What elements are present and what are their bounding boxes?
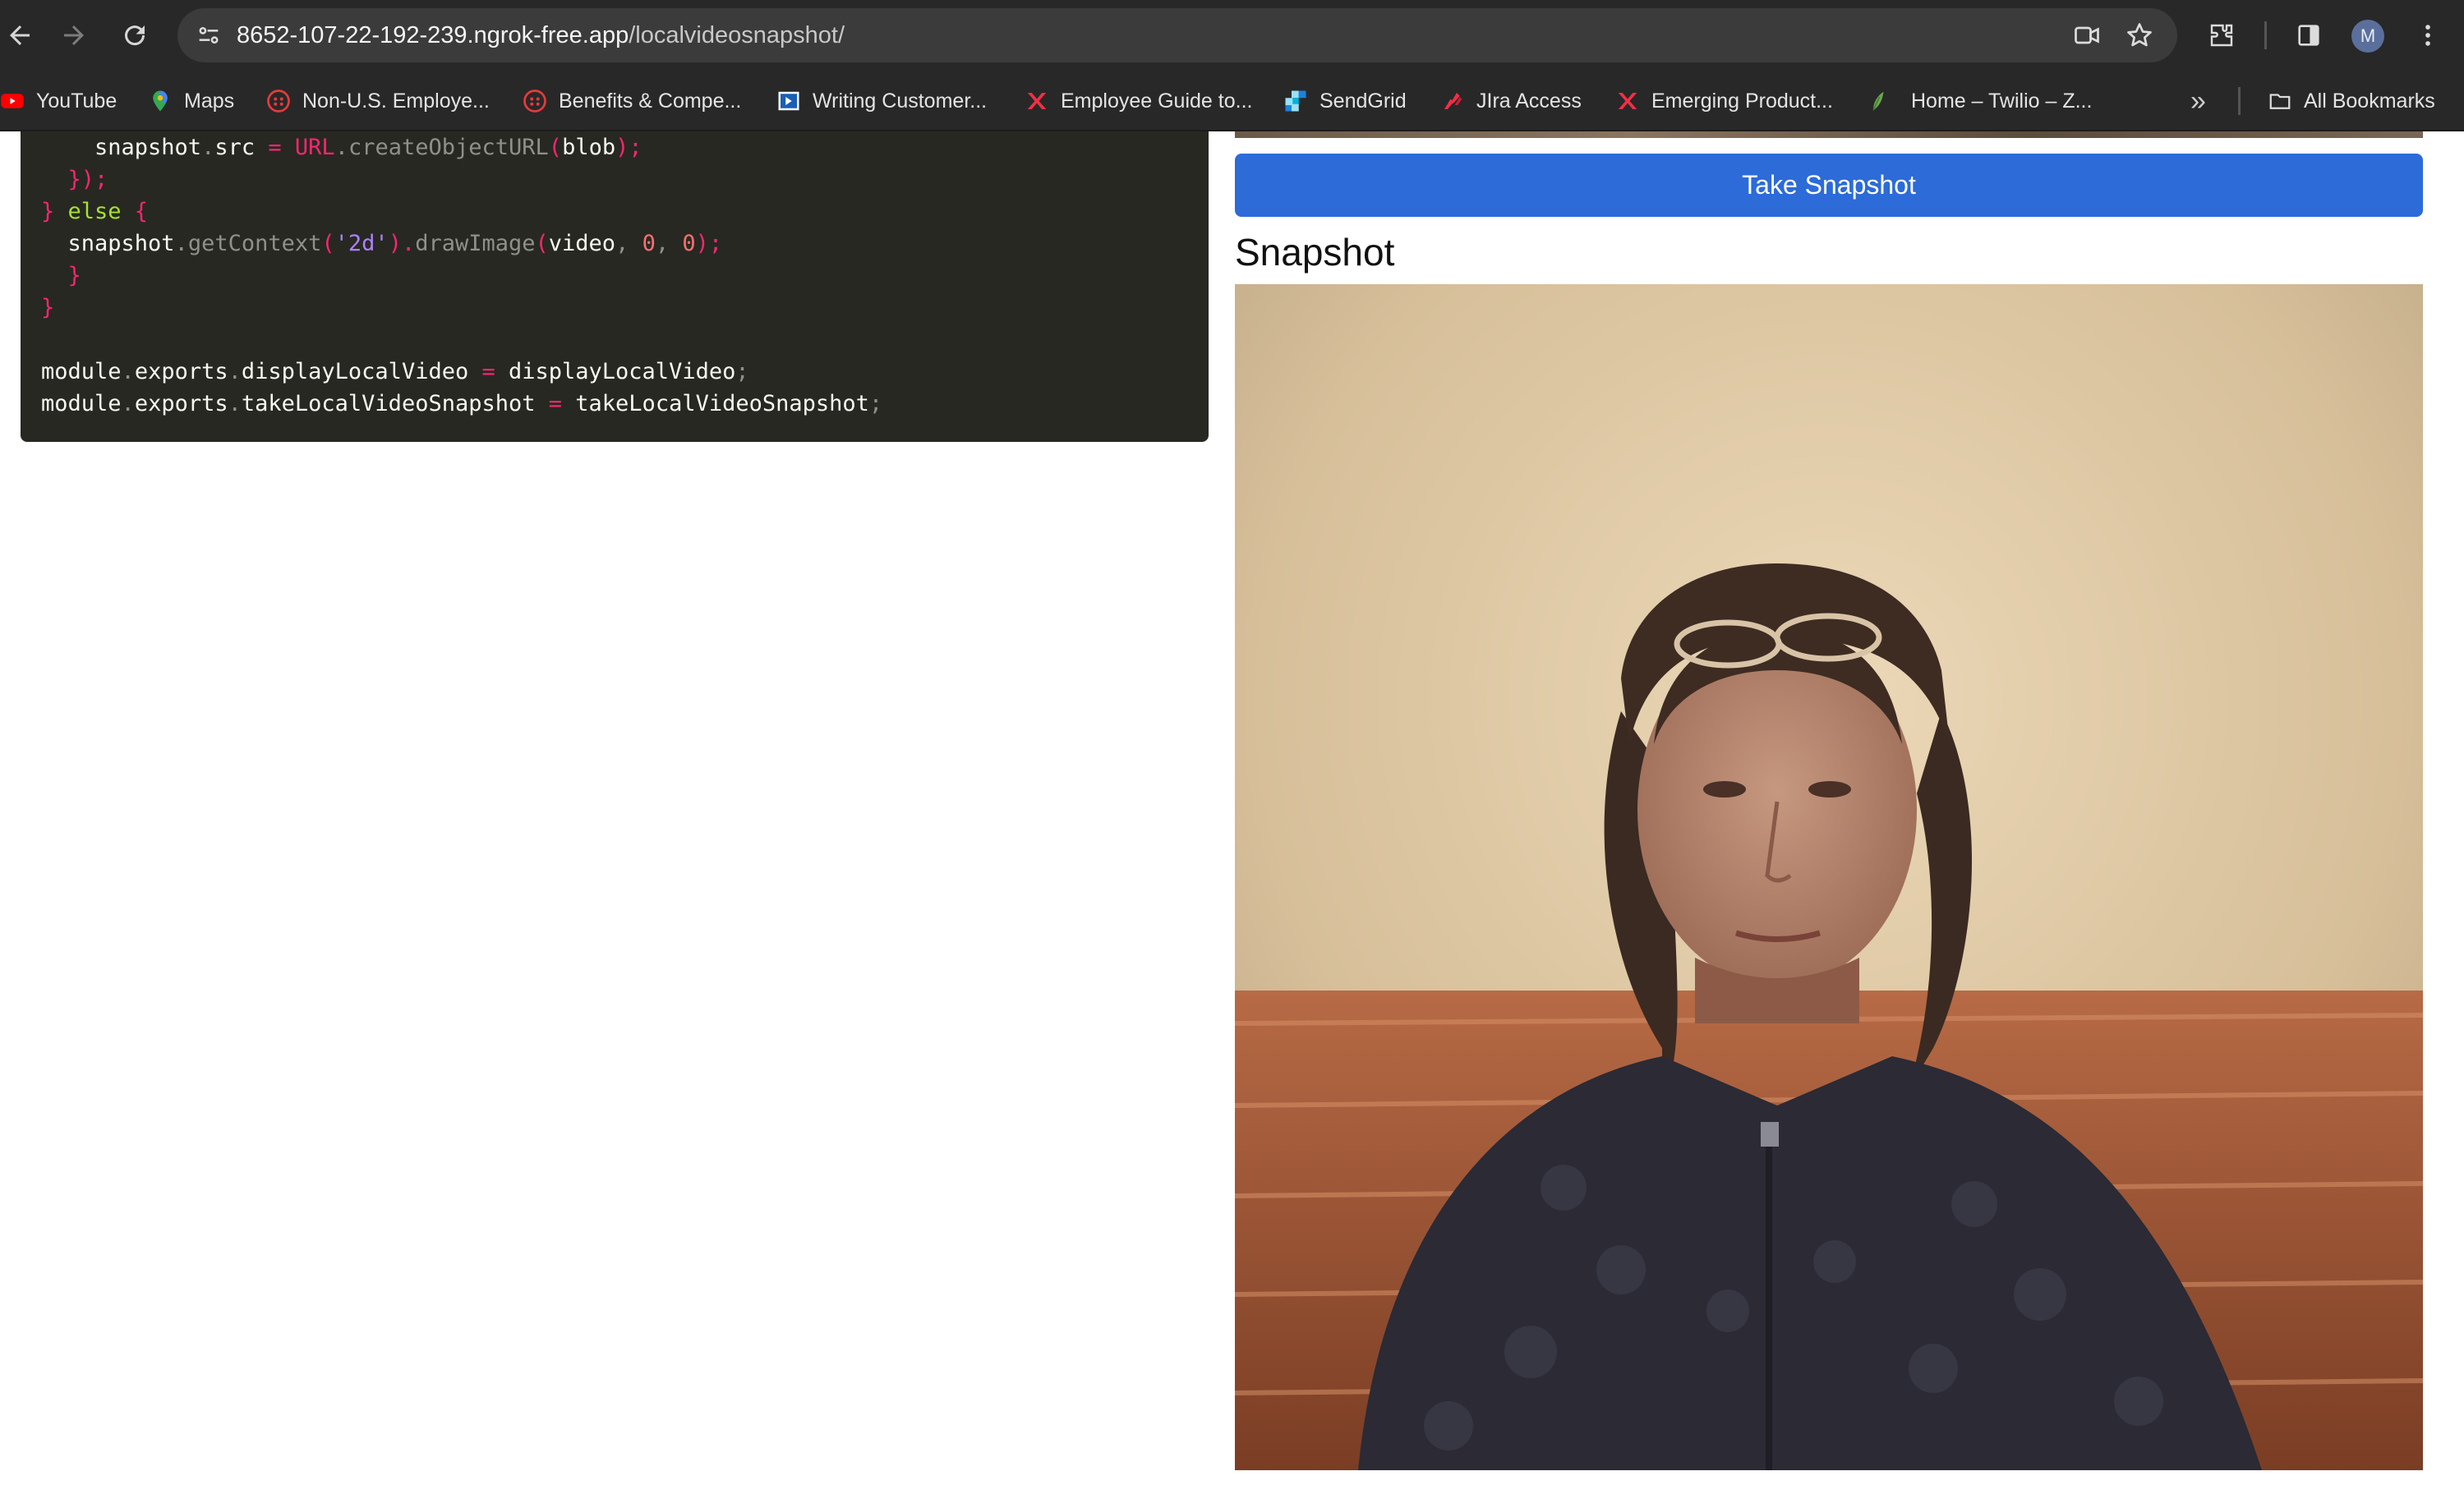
twilio-x-icon xyxy=(1615,89,1640,113)
bookmark-label: Employee Guide to... xyxy=(1061,89,1253,113)
bookmark-label: YouTube xyxy=(36,89,117,113)
bookmark-label: Writing Customer... xyxy=(813,89,988,113)
all-bookmarks-label: All Bookmarks xyxy=(2304,89,2435,113)
camera-icon[interactable] xyxy=(2067,16,2107,55)
code-line: module.exports.takeLocalVideoSnapshot = … xyxy=(41,391,883,416)
url-path: /localvideosnapshot/ xyxy=(629,22,845,48)
code-line: snapshot.src = URL.createObjectURL(blob)… xyxy=(41,135,642,160)
extensions-icon[interactable] xyxy=(2202,16,2241,55)
bookmark-emerging-product[interactable]: Emerging Product... xyxy=(1615,71,1833,131)
page-content: snapshot.src = URL.createObjectURL(blob)… xyxy=(0,131,2464,1485)
code-line: }); xyxy=(41,167,108,192)
bookmark-jira-access[interactable]: JIra Access xyxy=(1440,71,1582,131)
bookmark-non-us-employee[interactable]: Non-U.S. Employe... xyxy=(266,71,490,131)
back-icon[interactable] xyxy=(0,16,39,55)
workday-icon xyxy=(266,89,291,113)
bookmark-maps[interactable]: Maps xyxy=(148,71,234,131)
bookmark-youtube[interactable]: YouTube xyxy=(0,71,117,131)
code-block: snapshot.src = URL.createObjectURL(blob)… xyxy=(21,131,1209,442)
address-bar[interactable]: 8652-107-22-192-239.ngrok-free.app/local… xyxy=(177,8,2177,62)
profile-avatar[interactable]: M xyxy=(2351,20,2384,53)
code-line: } xyxy=(41,263,81,288)
code-line: module.exports.displayLocalVideo = displ… xyxy=(41,359,749,384)
workday-icon xyxy=(523,89,547,113)
bookmark-label: Home – Twilio – Z... xyxy=(1911,89,2093,113)
url-text[interactable]: 8652-107-22-192-239.ngrok-free.app/local… xyxy=(237,8,845,62)
bookmarks-bar: YouTube Maps Non-U.S. Employe... Benefit… xyxy=(0,71,2464,131)
menu-icon[interactable] xyxy=(2408,16,2448,55)
bookmark-label: JIra Access xyxy=(1476,89,1582,113)
bookmark-label: Emerging Product... xyxy=(1651,89,1833,113)
code-line: snapshot.getContext('2d').drawImage(vide… xyxy=(41,231,723,256)
maps-icon xyxy=(148,89,173,113)
sendgrid-icon xyxy=(1283,89,1308,113)
bookmark-label: SendGrid xyxy=(1320,89,1407,113)
snapshot-heading: Snapshot xyxy=(1235,231,1395,274)
all-bookmarks-button[interactable]: All Bookmarks xyxy=(2268,71,2435,131)
site-info-icon[interactable] xyxy=(189,16,228,55)
leaf-icon xyxy=(1865,89,1890,113)
reload-icon[interactable] xyxy=(115,16,154,55)
bookmark-home-twilio[interactable]: Home – Twilio – Z... xyxy=(1865,71,2092,131)
browser-toolbar: 8652-107-22-192-239.ngrok-free.app/local… xyxy=(0,0,2464,71)
bookmark-label: Benefits & Compe... xyxy=(559,89,742,113)
local-video-bottom-edge xyxy=(1235,131,2423,138)
url-host: 8652-107-22-192-239.ngrok-free.app xyxy=(237,22,629,48)
twilio-x-icon xyxy=(1025,89,1049,113)
code-line: } xyxy=(41,295,55,320)
bookmark-writing-customer[interactable]: Writing Customer... xyxy=(776,71,987,131)
bookmark-employee-guide[interactable]: Employee Guide to... xyxy=(1025,71,1252,131)
bookmark-label: Maps xyxy=(184,89,235,113)
folder-icon xyxy=(2268,89,2292,113)
chevron-double-right-icon: » xyxy=(2190,85,2206,117)
bookmark-label: Non-U.S. Employe... xyxy=(302,89,490,113)
snapshot-image xyxy=(1235,284,2423,1470)
code-line: } else { xyxy=(41,199,149,224)
youtube-icon xyxy=(0,89,25,113)
toolbar-divider xyxy=(2264,21,2267,49)
bookmark-sendgrid[interactable]: SendGrid xyxy=(1283,71,1407,131)
bookmarks-overflow-button[interactable]: » xyxy=(2190,71,2206,131)
forward-icon[interactable] xyxy=(54,16,94,55)
jira-icon xyxy=(1440,89,1465,113)
bookmark-benefits[interactable]: Benefits & Compe... xyxy=(523,71,741,131)
star-icon[interactable] xyxy=(2120,16,2159,55)
take-snapshot-button[interactable]: Take Snapshot xyxy=(1235,154,2423,217)
doc-icon xyxy=(776,89,801,113)
bookmarks-divider xyxy=(2238,87,2241,115)
side-panel-icon[interactable] xyxy=(2289,16,2328,55)
